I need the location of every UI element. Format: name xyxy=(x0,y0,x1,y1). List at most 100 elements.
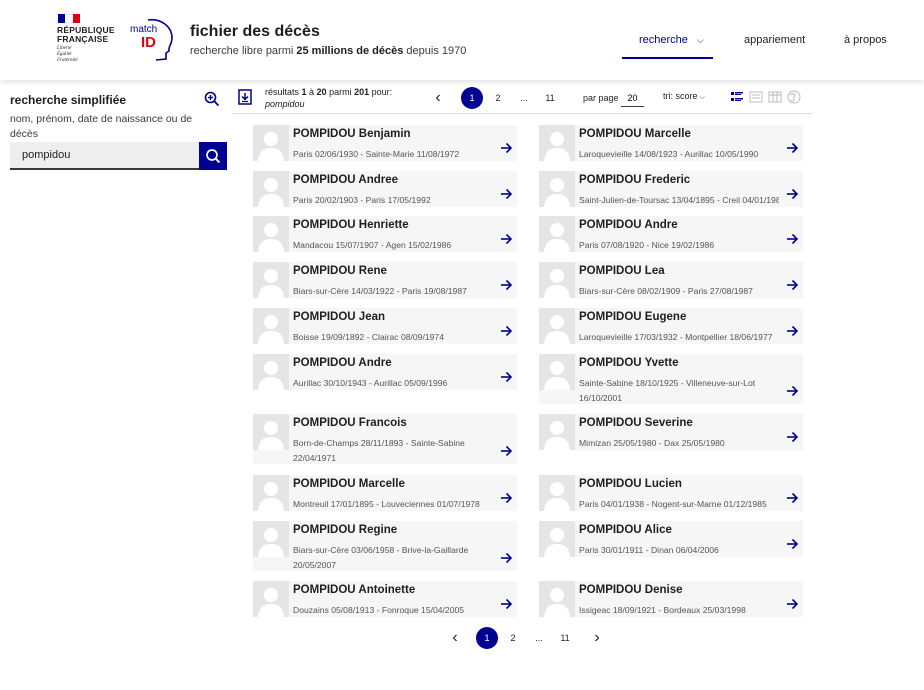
prev-page-icon[interactable]: ‹ xyxy=(444,629,466,647)
matchid-logo[interactable]: match ID xyxy=(128,16,178,64)
result-card[interactable]: POMPIDOU Andre Aurillac 30/10/1943 - Auri… xyxy=(253,354,517,390)
arrow-right-icon[interactable] xyxy=(500,278,513,294)
nav-active-underline xyxy=(622,57,713,59)
arrow-right-icon[interactable] xyxy=(500,324,513,340)
chevron-down-icon: ⌵ xyxy=(699,94,705,101)
person-name: POMPIDOU Andre xyxy=(579,219,678,231)
page-11[interactable]: 11 xyxy=(539,87,561,109)
result-card[interactable]: POMPIDOU Rene Biars-sur-Cère 14/03/1922 -… xyxy=(253,262,517,298)
per-page-label: par page xyxy=(583,93,619,103)
person-icon xyxy=(539,171,575,207)
person-icon xyxy=(539,581,575,617)
result-card[interactable]: POMPIDOU Andree Paris 20/02/1903 - Paris … xyxy=(253,171,517,207)
arrow-right-icon[interactable] xyxy=(500,551,513,567)
person-name: POMPIDOU Lucien xyxy=(579,478,682,490)
arrow-right-icon[interactable] xyxy=(786,324,799,340)
top-pagination: ‹ 1 2 ... 11 xyxy=(427,87,561,109)
page-1[interactable]: 1 xyxy=(476,627,498,649)
bottom-pagination: ‹ 1 2 ... 11 › xyxy=(444,627,608,649)
page-11[interactable]: 11 xyxy=(554,627,576,649)
result-card[interactable]: POMPIDOU Frederic Saint-Julien-de-Toursac… xyxy=(539,171,803,207)
table-view-icon[interactable] xyxy=(768,90,782,104)
person-name: POMPIDOU Marcelle xyxy=(293,478,405,490)
result-card[interactable]: POMPIDOU Antoinette Douzains 05/08/1913 -… xyxy=(253,581,517,617)
nav-recherche[interactable]: recherche ⌵ xyxy=(639,34,704,46)
result-card[interactable]: POMPIDOU Marcelle Laroquevieille 14/08/19… xyxy=(539,125,803,161)
site-title: fichier des décès xyxy=(190,23,320,40)
avatar xyxy=(539,354,575,390)
results-query: pompidou xyxy=(265,99,305,109)
avatar xyxy=(539,414,575,450)
birth-death-info: Issigeac 18/09/1921 - Bordeaux 25/03/199… xyxy=(579,605,746,615)
arrow-right-icon[interactable] xyxy=(786,187,799,203)
arrow-right-icon[interactable] xyxy=(786,278,799,294)
person-name: POMPIDOU Lea xyxy=(579,265,665,277)
person-icon xyxy=(253,171,289,207)
birth-death-info: Mimizan 25/05/1980 - Dax 25/05/1980 xyxy=(579,438,725,448)
result-card[interactable]: POMPIDOU Severine Mimizan 25/05/1980 - Da… xyxy=(539,414,803,450)
republique-francaise-logo[interactable]: RÉPUBLIQUE FRANÇAISE Liberté Égalité Fra… xyxy=(57,14,117,64)
avatar xyxy=(539,521,575,557)
arrow-right-icon[interactable] xyxy=(500,597,513,613)
globe-icon[interactable] xyxy=(787,90,801,104)
arrow-right-icon[interactable] xyxy=(786,232,799,248)
nav-a-propos[interactable]: à propos xyxy=(844,34,887,46)
result-card[interactable]: POMPIDOU Marcelle Montreuil 17/01/1895 - … xyxy=(253,475,517,511)
results-mid: à xyxy=(306,87,317,97)
result-card[interactable]: POMPIDOU Lea Biars-sur-Cère 08/02/1909 - … xyxy=(539,262,803,298)
arrow-right-icon[interactable] xyxy=(786,597,799,613)
page-2[interactable]: 2 xyxy=(502,627,524,649)
result-card[interactable]: POMPIDOU Andre Paris 07/08/1920 - Nice 19… xyxy=(539,216,803,252)
person-name: POMPIDOU Rene xyxy=(293,265,387,277)
result-card[interactable]: POMPIDOU Lucien Paris 04/01/1938 - Nogent… xyxy=(539,475,803,511)
result-card[interactable]: POMPIDOU Eugene Laroquevieille 17/03/1932… xyxy=(539,308,803,344)
zoom-in-icon[interactable] xyxy=(204,91,220,112)
person-name: POMPIDOU Marcelle xyxy=(579,128,691,140)
result-card[interactable]: POMPIDOU Alice Paris 30/01/1911 - Dinan 0… xyxy=(539,521,803,557)
per-page-input[interactable] xyxy=(621,89,644,107)
rf-motto-3: Fraternité xyxy=(57,58,78,63)
arrow-right-icon[interactable] xyxy=(500,491,513,507)
birth-death-info: Laroquevieille 14/08/1923 - Aurillac 10/… xyxy=(579,149,759,159)
arrow-right-icon[interactable] xyxy=(786,537,799,553)
card-view-icon[interactable] xyxy=(749,90,763,104)
result-card[interactable]: POMPIDOU Jean Boisse 19/09/1892 - Clairac… xyxy=(253,308,517,344)
avatar xyxy=(253,354,289,390)
arrow-right-icon[interactable] xyxy=(500,187,513,203)
birth-death-info: Paris 20/02/1903 - Paris 17/05/1992 xyxy=(293,195,431,205)
result-card[interactable]: POMPIDOU Regine Biars-sur-Cère 03/06/1958… xyxy=(253,521,517,571)
result-card[interactable]: POMPIDOU Henriette Mandacou 15/07/1907 - … xyxy=(253,216,517,252)
arrow-right-icon[interactable] xyxy=(500,370,513,386)
arrow-right-icon[interactable] xyxy=(786,384,799,400)
page-2[interactable]: 2 xyxy=(487,87,509,109)
result-card[interactable]: POMPIDOU Francois Born-de-Champs 28/11/18… xyxy=(253,414,517,464)
next-page-icon[interactable]: › xyxy=(586,629,608,647)
result-card[interactable]: POMPIDOU Benjamin Paris 02/06/1930 - Sain… xyxy=(253,125,517,161)
nav-appariement[interactable]: appariement xyxy=(744,34,805,46)
search-input[interactable] xyxy=(10,142,199,170)
search-button[interactable] xyxy=(199,142,227,170)
person-name: POMPIDOU Alice xyxy=(579,524,672,536)
arrow-right-icon[interactable] xyxy=(786,491,799,507)
birth-death-info: Laroquevieille 17/03/1932 - Montpellier … xyxy=(579,332,773,342)
result-card[interactable]: POMPIDOU Yvette Sainte-Sabine 18/10/1925 … xyxy=(539,354,803,404)
person-icon xyxy=(539,308,575,344)
list-view-icon[interactable] xyxy=(730,90,744,104)
birth-death-info: Biars-sur-Cère 08/02/1909 - Paris 27/08/… xyxy=(579,286,753,296)
arrow-right-icon[interactable] xyxy=(500,141,513,157)
arrow-right-icon[interactable] xyxy=(786,141,799,157)
sidebar-title: recherche simplifiée xyxy=(10,93,127,107)
arrow-right-icon[interactable] xyxy=(500,232,513,248)
person-icon xyxy=(253,521,289,557)
page-1[interactable]: 1 xyxy=(461,87,483,109)
birth-death-info: Sainte-Sabine 18/10/1925 - Villeneuve-su… xyxy=(579,378,756,403)
arrow-right-icon[interactable] xyxy=(500,444,513,460)
prev-page-icon[interactable]: ‹ xyxy=(427,89,449,107)
avatar xyxy=(539,216,575,252)
nav-recherche-label: recherche xyxy=(639,34,688,46)
person-icon xyxy=(253,581,289,617)
sort-select[interactable]: tri: score ⌵ xyxy=(663,91,705,102)
arrow-right-icon[interactable] xyxy=(786,430,799,446)
result-card[interactable]: POMPIDOU Denise Issigeac 18/09/1921 - Bor… xyxy=(539,581,803,617)
download-icon[interactable] xyxy=(238,89,252,110)
